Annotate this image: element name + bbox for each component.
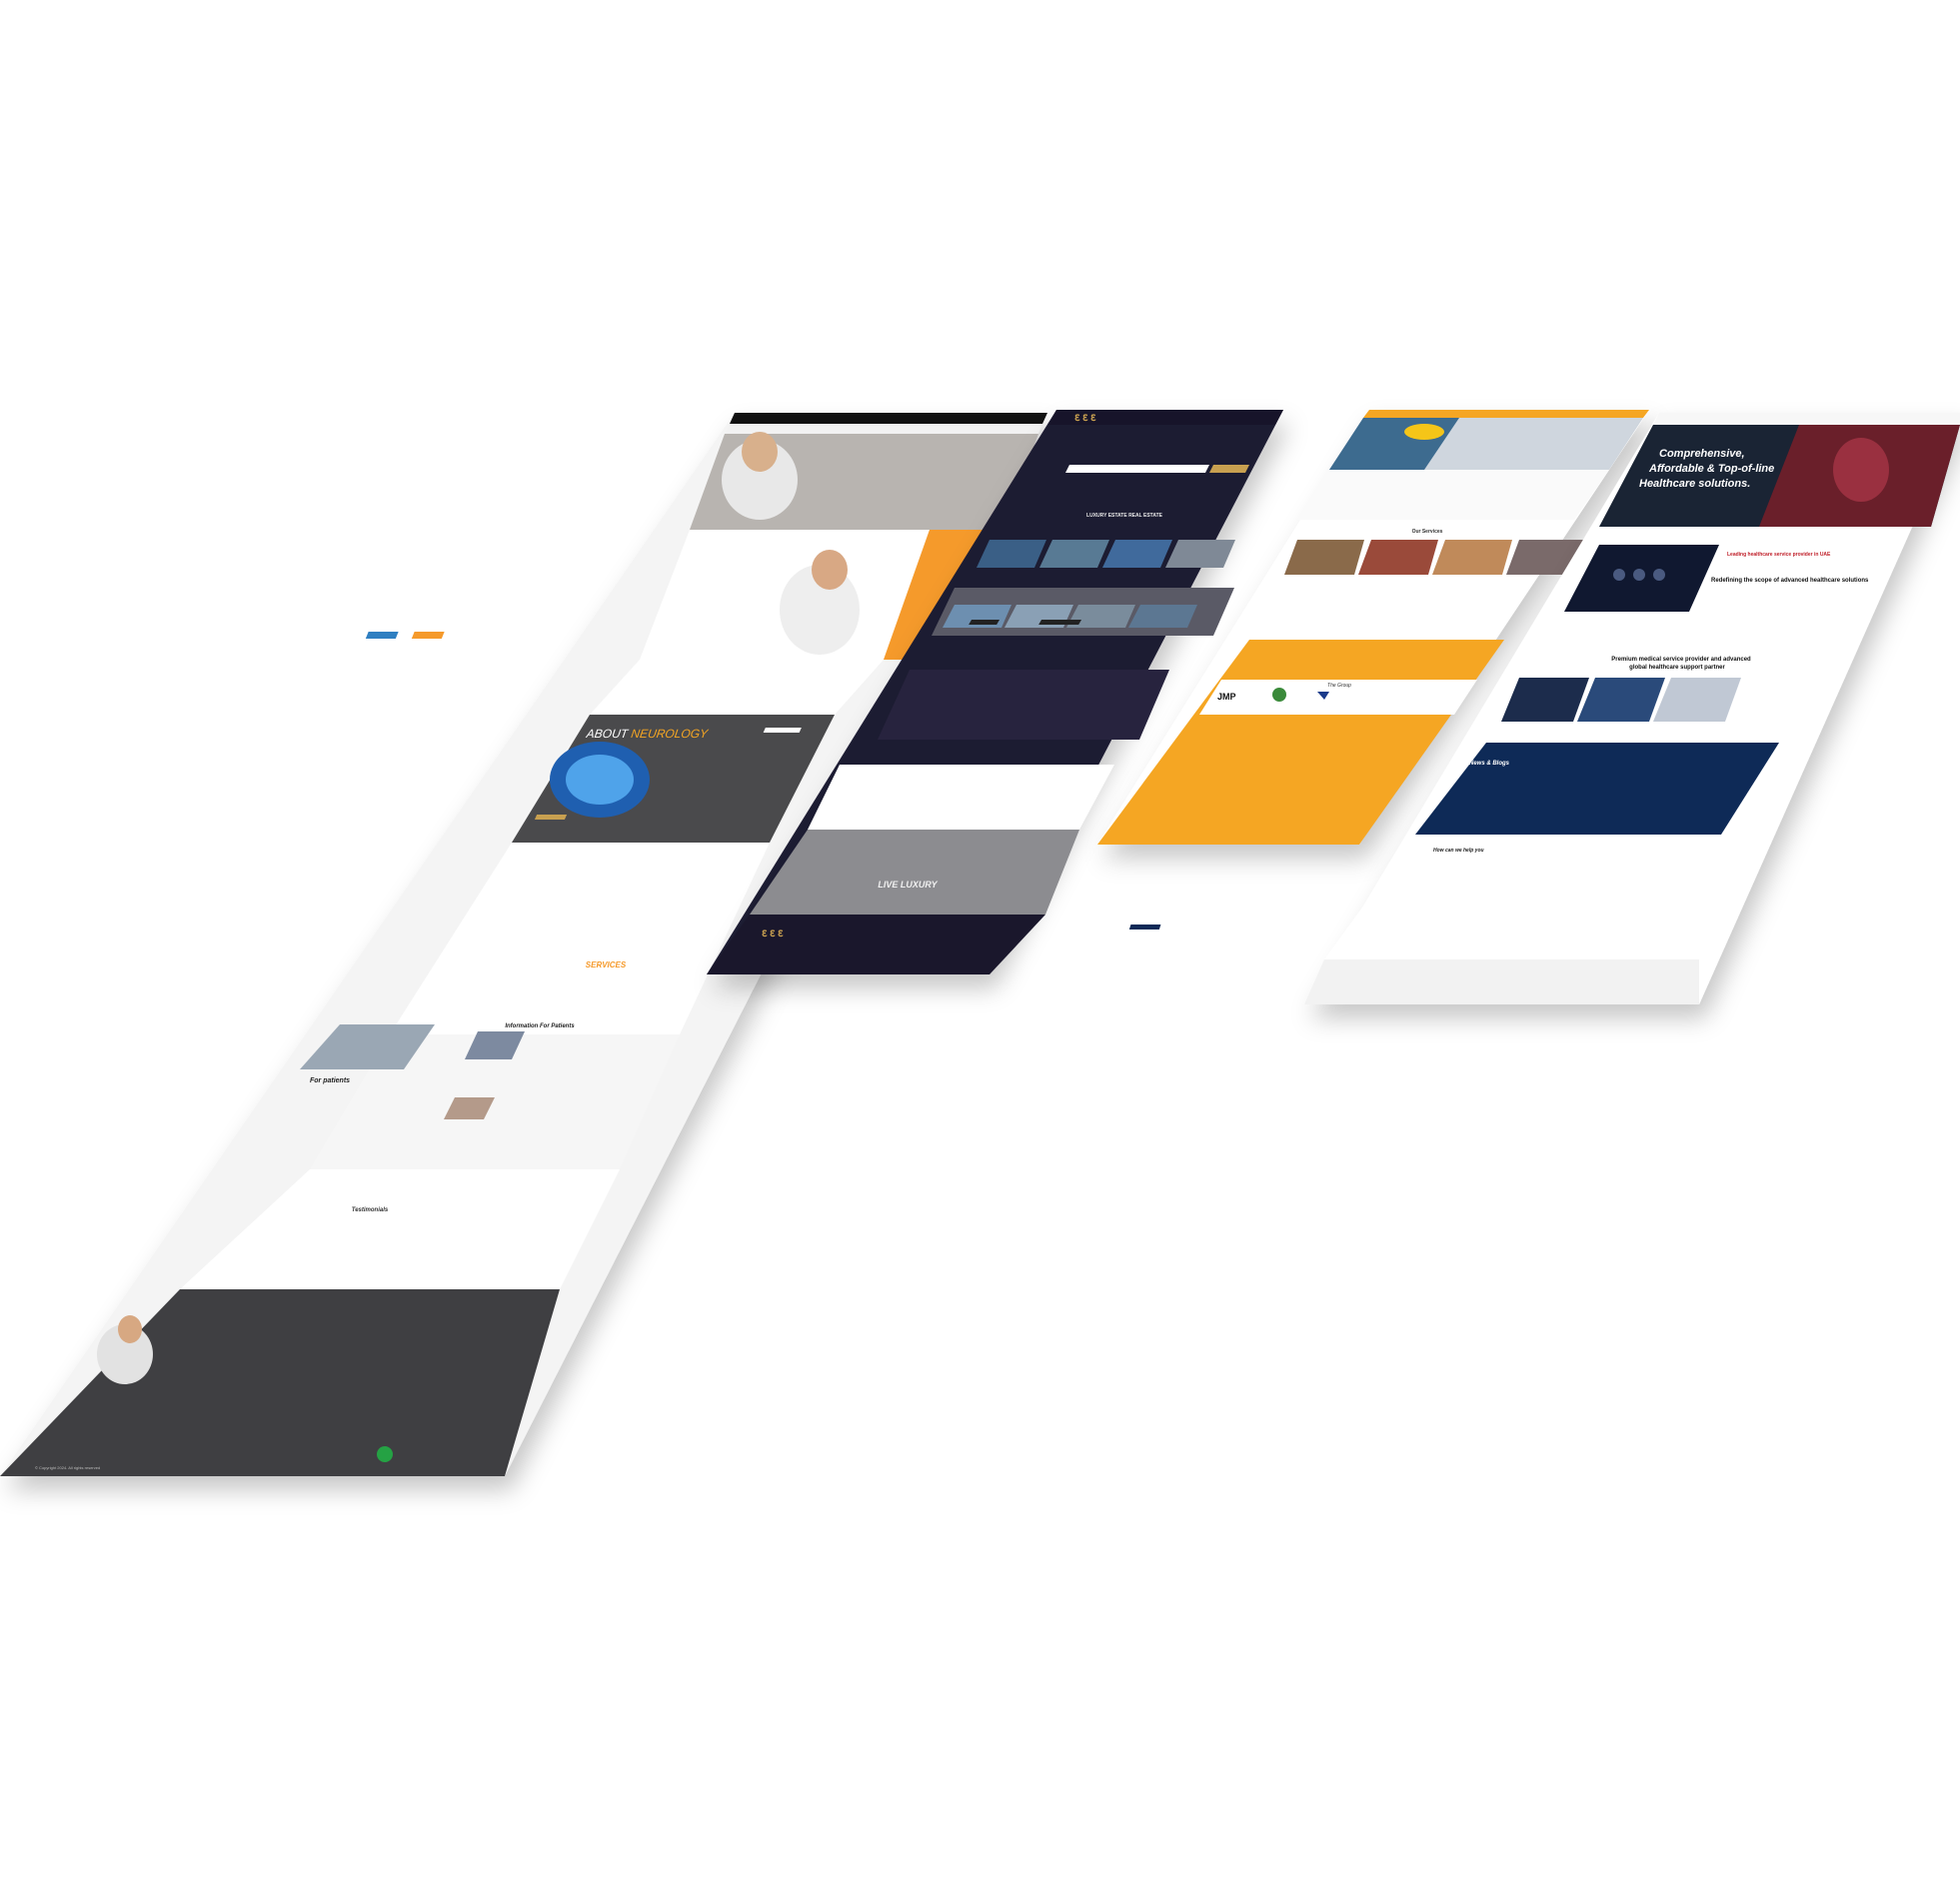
footer-copyright: © Copyright 2024. All rights reserved: [35, 1465, 100, 1470]
how-help-title: How can we help you: [1433, 848, 1484, 854]
about-neurology-title: ABOUT NEUROLOGY: [585, 727, 710, 741]
luxury-estate-title: LUXURY ESTATE REAL ESTATE: [1086, 513, 1163, 519]
premium-line-2: global healthcare support partner: [1629, 665, 1725, 671]
redefining-heading: Redefining the scope of advanced healthc…: [1711, 578, 1869, 584]
our-services-title: Our Services: [1412, 529, 1443, 535]
mockup-canvas: ABOUT NEUROLOGY SERVICES Information For…: [0, 410, 1960, 1476]
estate-logo: ℇ ℇ ℇ: [1074, 413, 1096, 423]
hero-line-3: Healthcare solutions.: [1639, 478, 1750, 490]
info-patients-title: Information For Patients: [505, 1023, 575, 1029]
testimonials-title: Testimonials: [352, 1207, 389, 1213]
hero-line-2: Affordable & Top-of-line: [1648, 463, 1774, 475]
the-group-title: The Group: [1327, 683, 1351, 689]
leading-tagline: Leading healthcare service provider in U…: [1727, 552, 1831, 558]
for-patients-heading: For patients: [310, 1077, 350, 1084]
jmp-logo: JMP: [1217, 692, 1236, 702]
premium-line-1: Premium medical service provider and adv…: [1611, 657, 1751, 663]
hero-line-1: Comprehensive,: [1659, 448, 1745, 460]
news-blogs-title: News & Blogs: [1469, 761, 1510, 767]
footer-estate-logo: ℇ ℇ ℇ: [762, 929, 784, 939]
mockup-stage: ABOUT NEUROLOGY SERVICES Information For…: [0, 0, 1960, 1885]
services-title: SERVICES: [586, 960, 627, 969]
live-luxury-heading: LIVE LUXURY: [878, 880, 938, 890]
